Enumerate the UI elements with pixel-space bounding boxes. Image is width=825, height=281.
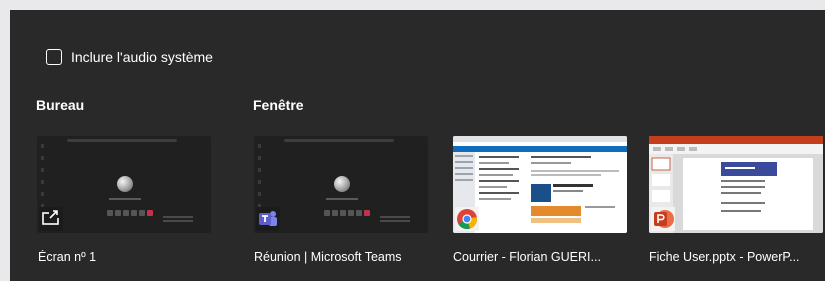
screen-1-label: Écran nº 1 bbox=[38, 250, 97, 264]
thumbnail-note bbox=[380, 216, 410, 224]
powerpoint-window-thumbnail[interactable] bbox=[649, 136, 823, 233]
teams-window-thumbnail[interactable] bbox=[254, 136, 428, 233]
powerpoint-window-preview bbox=[649, 136, 823, 233]
teams-window-label: Réunion | Microsoft Teams bbox=[254, 250, 402, 264]
thumbnail-note bbox=[163, 216, 193, 224]
thumbnail-titlebar bbox=[67, 139, 177, 142]
include-audio-checkbox[interactable] bbox=[46, 49, 62, 65]
window-section-title: Fenêtre bbox=[253, 97, 304, 113]
meeting-orb bbox=[334, 176, 350, 192]
thumbnail-titlebar bbox=[284, 139, 394, 142]
share-tray-panel: Inclure l'audio système Bureau Fenêtre É… bbox=[10, 10, 825, 281]
desktop-section-title: Bureau bbox=[36, 97, 85, 113]
powerpoint-icon bbox=[651, 207, 675, 231]
thumbnail-sidebar bbox=[258, 144, 261, 214]
thumbnail-sidebar bbox=[41, 144, 44, 214]
meeting-controls bbox=[107, 210, 153, 216]
screen-1-thumbnail[interactable] bbox=[37, 136, 211, 233]
meeting-orb bbox=[117, 176, 133, 192]
meeting-controls bbox=[324, 210, 370, 216]
orb-caption bbox=[109, 198, 141, 200]
powerpoint-window-label: Fiche User.pptx - PowerP... bbox=[649, 250, 800, 264]
share-screen-icon bbox=[39, 207, 63, 231]
teams-icon bbox=[256, 207, 280, 231]
mail-window-preview bbox=[453, 136, 627, 233]
orb-caption bbox=[326, 198, 358, 200]
mail-window-label: Courrier - Florian GUERI... bbox=[453, 250, 601, 264]
mail-window-thumbnail[interactable] bbox=[453, 136, 627, 233]
include-audio-label: Inclure l'audio système bbox=[71, 49, 213, 65]
include-system-audio-option[interactable]: Inclure l'audio système bbox=[46, 47, 213, 67]
chrome-icon bbox=[455, 207, 479, 231]
